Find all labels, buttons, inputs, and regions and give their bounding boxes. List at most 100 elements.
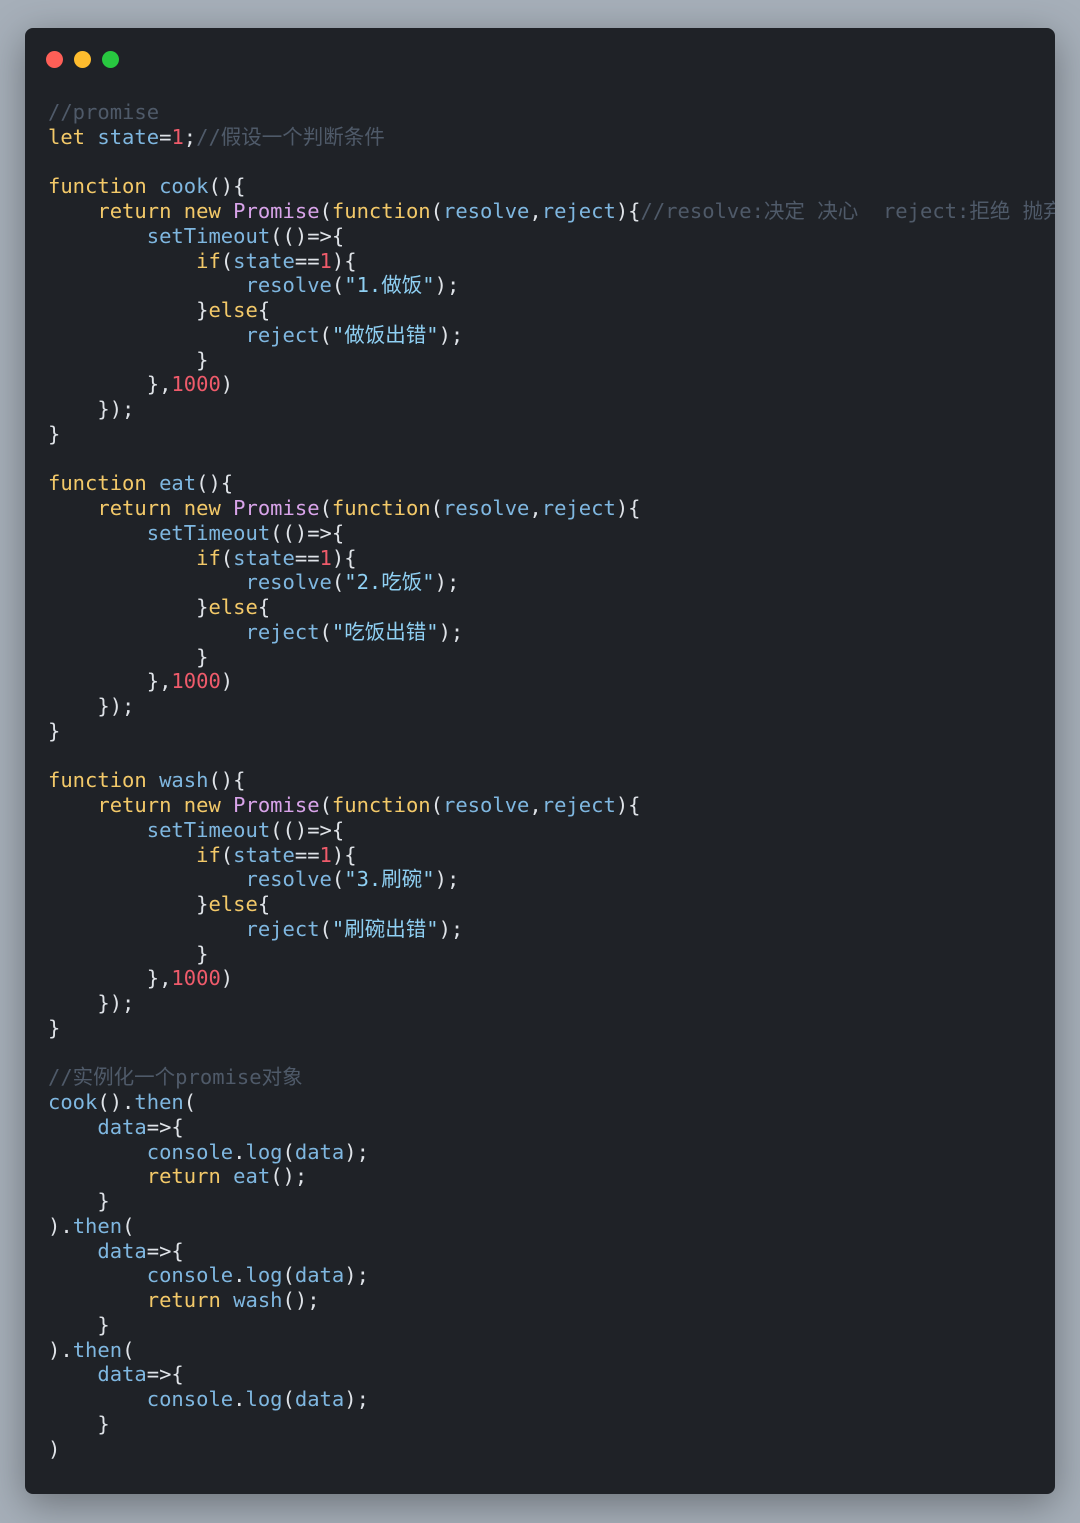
code-token: ); (438, 322, 464, 347)
code-token: function (331, 496, 431, 520)
code-line: ).then( (48, 1338, 1055, 1363)
code-token: (). (97, 1090, 135, 1114)
code-block: //promise let state=1;//假设一个判断条件 function … (48, 100, 1055, 1461)
code-line: function cook(){ (48, 174, 1055, 199)
code-line: },1000) (48, 966, 1055, 991)
code-line: } (48, 348, 1055, 373)
code-token: (); (270, 1164, 308, 1189)
code-token: cook (48, 1090, 98, 1114)
code-line: } (48, 645, 1055, 670)
code-line: } (48, 719, 1055, 744)
code-line: return eat(); (48, 1164, 1055, 1189)
traffic-lights (46, 51, 119, 68)
code-token: == (294, 248, 320, 273)
code-token: reject (541, 199, 616, 223)
code-token: if (196, 545, 221, 570)
code-token: "刷碗出错" (331, 916, 439, 941)
minimize-button[interactable] (74, 51, 91, 68)
code-token: ( (122, 1213, 135, 1238)
code-line: console.log(data); (48, 1263, 1055, 1288)
code-token: return (97, 199, 172, 223)
code-token: ( (220, 248, 234, 273)
code-token: ) (220, 372, 234, 397)
code-token: //假设一个判断条件 (196, 124, 385, 149)
code-token: ){ (615, 793, 641, 817)
code-token: function (48, 174, 147, 199)
code-token: then (72, 1337, 123, 1362)
code-line: } (48, 1313, 1055, 1338)
code-token: let (48, 124, 86, 149)
code-token: ) (220, 669, 234, 694)
code-line: },1000) (48, 669, 1055, 694)
code-token: ). (48, 1213, 73, 1238)
code-line: return wash(); (48, 1288, 1055, 1313)
code-token: return (97, 496, 172, 520)
code-token: ( (331, 570, 345, 595)
maximize-button[interactable] (102, 51, 119, 68)
code-token: new (183, 199, 221, 223)
code-token: if (196, 248, 221, 273)
code-token: , (529, 793, 542, 817)
code-token: }); (48, 397, 135, 421)
code-token: ( (319, 619, 332, 644)
code-token: . (233, 1139, 246, 1164)
code-line: reject("刷碗出错"); (48, 917, 1055, 942)
code-token: "3.刷碗" (344, 867, 435, 892)
code-token: 1000 (171, 966, 221, 991)
code-line: //promise (48, 100, 1055, 125)
code-token: ( (319, 496, 332, 520)
code-token: 1 (319, 545, 332, 570)
code-token: state (97, 124, 160, 149)
code-token: function (331, 793, 431, 817)
code-line: let state=1;//假设一个判断条件 (48, 125, 1055, 150)
code-token: ) (220, 966, 234, 991)
code-token: //resolve:决定 决心 reject:拒绝 抛弃 (640, 199, 1056, 223)
code-token: new (183, 793, 221, 817)
code-token: }); (48, 991, 135, 1015)
code-token: { (257, 595, 271, 619)
code-token: (){ (208, 174, 246, 199)
code-token: state (233, 842, 295, 867)
code-line: ) (48, 1437, 1055, 1462)
code-token: ( (319, 916, 332, 941)
code-line: } (48, 1412, 1055, 1437)
code-line: ).then( (48, 1214, 1055, 1239)
close-button[interactable] (46, 51, 63, 68)
code-line: setTimeout(()=>{ (48, 818, 1055, 843)
code-token: = (159, 124, 172, 149)
code-token: eat (159, 471, 197, 496)
code-token: 1 (319, 248, 332, 273)
code-token: reject (245, 916, 320, 941)
code-line: function eat(){ (48, 471, 1055, 496)
code-token: ){ (615, 199, 641, 223)
code-line: console.log(data); (48, 1387, 1055, 1412)
code-token: (){ (208, 768, 246, 793)
code-window: //promise let state=1;//假设一个判断条件 function … (25, 28, 1055, 1494)
code-line: },1000) (48, 372, 1055, 397)
code-line: reject("吃饭出错"); (48, 620, 1055, 645)
code-token: cook (159, 174, 209, 199)
code-token: =>{ (146, 1238, 184, 1263)
code-token: resolve (443, 496, 530, 520)
code-token: then (134, 1090, 184, 1114)
code-token: function (48, 471, 147, 496)
code-line: data=>{ (48, 1239, 1055, 1264)
code-token: } (48, 1411, 110, 1436)
